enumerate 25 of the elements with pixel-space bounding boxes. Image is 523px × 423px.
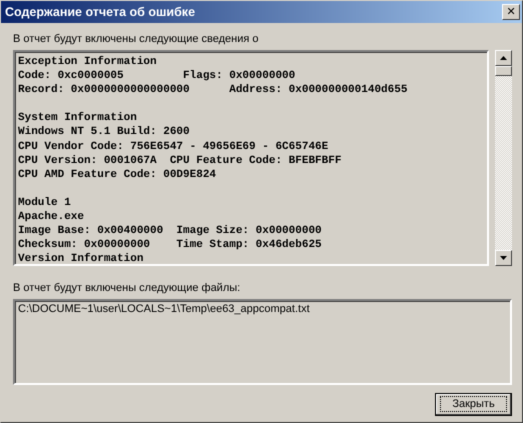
report-line: Exception Information bbox=[18, 55, 158, 70]
report-line: Module 1 bbox=[18, 196, 72, 210]
scroll-up-button[interactable] bbox=[495, 50, 512, 66]
report-line: Code: 0xc0000005 Flags: 0x00000000 bbox=[18, 69, 296, 84]
report-line: System Information bbox=[18, 111, 138, 126]
vertical-scrollbar[interactable] bbox=[495, 50, 512, 266]
close-button[interactable]: ✕ bbox=[502, 4, 520, 20]
down-arrow-icon bbox=[500, 256, 507, 260]
window-title: Содержание отчета об ошибке bbox=[5, 4, 196, 21]
file-path: C:\DOCUME~1\user\LOCALS~1\Temp\ee63_appcompat.txt bbox=[18, 303, 311, 316]
scrollbar-thumb[interactable] bbox=[495, 66, 512, 76]
report-line: CPU AMD Feature Code: 00D9E824 bbox=[18, 168, 218, 182]
report-line: Apache.exe bbox=[18, 210, 86, 224]
report-line: Version Information bbox=[18, 252, 144, 264]
close-dialog-button[interactable]: Закрыть bbox=[435, 393, 512, 416]
report-line: Checksum: 0x00000000 Time Stamp: 0x46deb625 bbox=[18, 238, 323, 252]
report-line: CPU Vendor Code: 756E6547 - 49656E69 - 6C65746E bbox=[18, 140, 330, 154]
report-line: CPU Version: 0001067A CPU Feature Code: BFEBFBFF bbox=[18, 154, 342, 168]
up-arrow-icon bbox=[500, 56, 507, 60]
report-line: Windows NT 5.1 Build: 2600 bbox=[18, 125, 191, 140]
report-line: Record: 0x0000000000000000 Address: 0x000000000140d655 bbox=[18, 83, 408, 98]
scroll-down-button[interactable] bbox=[495, 250, 512, 266]
files-label: В отчет будут включены следующие файлы: bbox=[13, 282, 242, 295]
report-line: Image Base: 0x00400000 Image Size: 0x00000000 bbox=[18, 224, 323, 238]
report-label: В отчет будут включены следующие сведения о bbox=[13, 33, 260, 46]
